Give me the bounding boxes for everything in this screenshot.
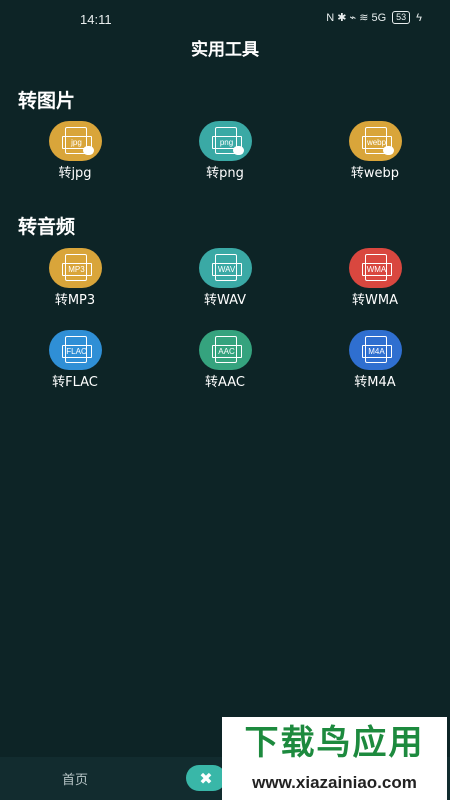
convert-jpg-button[interactable]: jpg 转jpg	[15, 121, 135, 191]
png-file-icon: png	[199, 121, 252, 161]
convert-webp-label: 转webp	[350, 166, 400, 181]
convert-wma-label: 转WMA	[352, 293, 398, 308]
wav-file-icon: WAV	[199, 248, 252, 288]
convert-flac-label: 转FLAC	[52, 375, 98, 390]
watermark-title: 下载鸟应用	[244, 723, 425, 763]
nav-tools-tab[interactable]: ✖	[186, 765, 226, 791]
convert-aac-button[interactable]: AAC 转AAC	[165, 330, 285, 400]
convert-png-label: 转png	[206, 166, 244, 181]
tools-icon: ✖	[199, 768, 213, 788]
watermark-overlay: 下载鸟应用 www.xiazainiao.com	[222, 717, 447, 800]
convert-mp3-label: 转MP3	[54, 293, 96, 308]
convert-flac-button[interactable]: FLAC 转FLAC	[15, 330, 135, 400]
status-icons: N ✱ ⌁ ≋ 5G 53 ϟ	[326, 11, 422, 24]
nav-home-tab[interactable]: 首页	[40, 769, 110, 788]
section-title-audio: 转音频	[18, 216, 76, 238]
webp-file-icon: webp	[349, 121, 402, 161]
status-bar: 14:11 N ✱ ⌁ ≋ 5G 53 ϟ	[0, 0, 450, 38]
convert-wma-button[interactable]: WMA 转WMA	[315, 248, 435, 318]
convert-jpg-label: 转jpg	[58, 166, 92, 181]
wma-file-icon: WMA	[349, 248, 402, 288]
convert-png-button[interactable]: png 转png	[165, 121, 285, 191]
convert-webp-button[interactable]: webp 转webp	[315, 121, 435, 191]
mp3-file-icon: MP3	[49, 248, 102, 288]
aac-file-icon: AAC	[199, 330, 252, 370]
convert-wav-label: 转WAV	[203, 293, 247, 308]
convert-m4a-label: 转M4A	[354, 375, 396, 390]
convert-aac-label: 转AAC	[205, 375, 245, 390]
jpg-file-icon: jpg	[49, 121, 102, 161]
page-title: 实用工具	[191, 40, 259, 60]
battery-icon: 53	[392, 11, 411, 24]
m4a-file-icon: M4A	[349, 330, 402, 370]
watermark-url: www.xiazainiao.com	[252, 773, 417, 792]
flac-file-icon: FLAC	[49, 330, 102, 370]
status-time: 14:11	[80, 12, 112, 27]
convert-wav-button[interactable]: WAV 转WAV	[165, 248, 285, 318]
convert-m4a-button[interactable]: M4A 转M4A	[315, 330, 435, 400]
charging-icon: ϟ	[416, 11, 422, 24]
convert-mp3-button[interactable]: MP3 转MP3	[15, 248, 135, 318]
section-title-image: 转图片	[18, 90, 76, 112]
status-indicators: N ✱ ⌁ ≋ 5G	[326, 12, 387, 24]
